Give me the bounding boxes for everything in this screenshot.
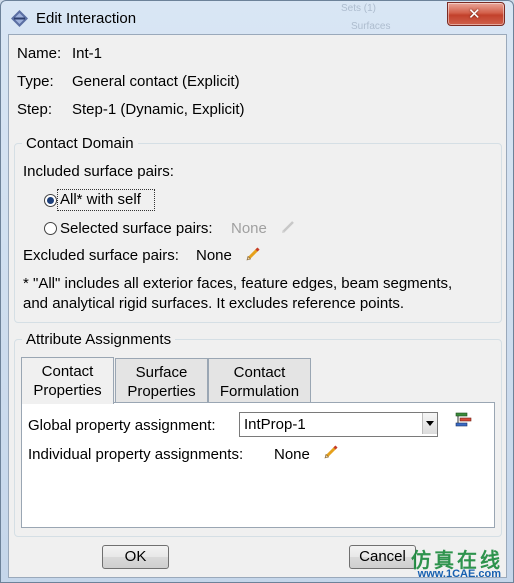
- close-icon: ✕: [468, 6, 481, 23]
- tab-surface-properties[interactable]: Surface Properties: [115, 358, 208, 403]
- edit-selected-pairs-pencil-icon[interactable]: [281, 220, 295, 234]
- all-with-self-radio[interactable]: [44, 194, 57, 207]
- combobox-dropdown-button[interactable]: [422, 413, 437, 434]
- contact-domain-title: Contact Domain: [22, 135, 138, 152]
- close-button[interactable]: ✕: [447, 2, 505, 26]
- selected-surface-pairs-label[interactable]: Selected surface pairs:: [60, 220, 213, 237]
- tab-surface-properties-line-2: Properties: [127, 383, 196, 400]
- tab-contact-properties[interactable]: Contact Properties: [21, 357, 114, 404]
- property-manager-icon[interactable]: [455, 411, 472, 428]
- tab-surface-properties-line-1: Surface: [135, 364, 188, 381]
- individual-property-assignments-value: None: [274, 446, 310, 463]
- name-label: Name:: [17, 45, 62, 62]
- note-line-1: * "All" includes all exterior faces, fea…: [23, 275, 453, 292]
- selected-surface-pairs-radio[interactable]: [44, 222, 57, 235]
- abaqus-app-icon: [11, 10, 28, 27]
- tab-contact-formulation-line-1: Contact: [233, 364, 286, 381]
- contact-properties-panel: Global property assignment: IntProp-1 In…: [21, 402, 495, 528]
- tab-contact-formulation-line-2: Formulation: [219, 383, 300, 400]
- window-title: Edit Interaction: [36, 10, 137, 27]
- attribute-assignments-title: Attribute Assignments: [22, 331, 176, 348]
- background-tree-ghost-text: Sets (1): [341, 3, 377, 14]
- ok-button[interactable]: OK: [102, 545, 169, 569]
- excluded-surface-pairs-value: None: [196, 247, 232, 264]
- note-line-2: and analytical rigid surfaces. It exclud…: [23, 295, 405, 312]
- global-property-value: IntProp-1: [244, 416, 306, 433]
- tab-contact-properties-line-2: Properties: [33, 382, 102, 399]
- chevron-down-icon: [426, 421, 434, 426]
- edit-individual-assignments-pencil-icon[interactable]: [324, 445, 338, 459]
- cancel-button[interactable]: Cancel: [349, 545, 416, 569]
- included-surface-pairs-label: Included surface pairs:: [23, 163, 174, 180]
- excluded-surface-pairs-label: Excluded surface pairs:: [23, 247, 179, 264]
- selected-surface-pairs-value: None: [231, 220, 267, 237]
- global-property-assignment-label: Global property assignment:: [28, 417, 216, 434]
- title-bar[interactable]: Edit Interaction Sets (1) Surfaces ✕: [1, 1, 513, 35]
- all-with-self-label[interactable]: All* with self: [60, 191, 141, 208]
- individual-property-assignments-label: Individual property assignments:: [28, 446, 244, 463]
- step-label: Step:: [17, 101, 53, 118]
- edit-interaction-dialog: Edit Interaction Sets (1) Surfaces ✕ Nam…: [0, 0, 514, 583]
- dialog-client-area: Name: Int-1 Type: General contact (Expli…: [8, 34, 507, 578]
- edit-excluded-pairs-pencil-icon[interactable]: [246, 247, 260, 261]
- step-value: Step-1 (Dynamic, Explicit): [72, 101, 245, 118]
- background-tree-ghost-text-2: Surfaces: [351, 21, 391, 32]
- type-label: Type:: [17, 73, 54, 90]
- type-value: General contact (Explicit): [72, 73, 240, 90]
- global-property-combobox[interactable]: IntProp-1: [239, 412, 438, 437]
- watermark-url: www.1CAE.com: [417, 568, 501, 580]
- tab-contact-formulation[interactable]: Contact Formulation: [208, 358, 311, 403]
- tab-contact-properties-line-1: Contact: [41, 363, 94, 380]
- name-value: Int-1: [72, 45, 103, 62]
